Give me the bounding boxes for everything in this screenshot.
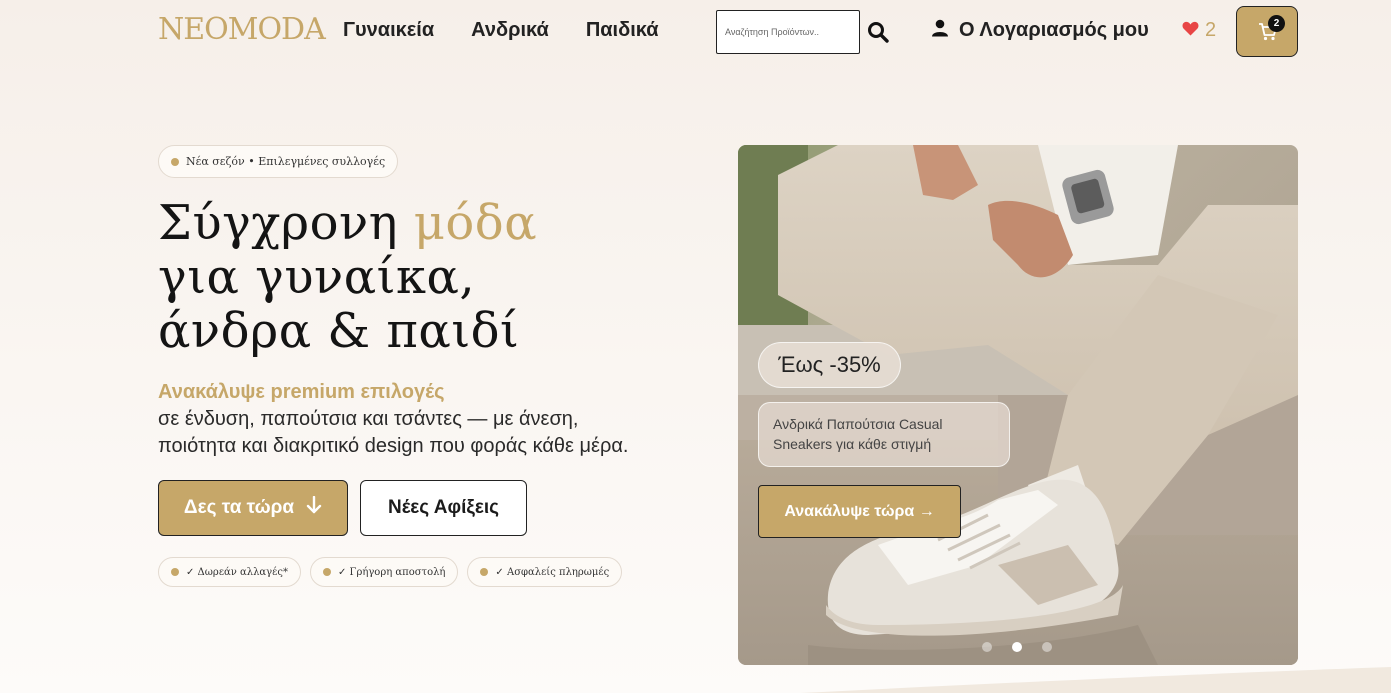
feature-dot [480,568,489,576]
tag-dot [171,157,179,166]
feature-list: ✓ Δωρεάν αλλαγές* ✓ Γρήγορη αποστολή ✓ Α… [158,557,623,587]
carousel-dot-1[interactable] [982,642,992,652]
hero-title: Σύγχρονη μόδα για γυναίκα, άνδρα & παιδί [158,196,718,358]
search-icon[interactable] [867,21,889,43]
wishlist-link[interactable]: 2 [1182,19,1216,42]
feature-label: ✓ Γρήγορη αποστολή [337,566,446,578]
feature-fast-shipping: ✓ Γρήγορη αποστολή [309,557,459,587]
account-label: Ο Λογαριασμός μου [959,19,1149,41]
main-nav: Γυναικεία Ανδρικά Παιδικά [343,19,659,42]
nav-women[interactable]: Γυναικεία [343,19,434,42]
new-arrivals-button[interactable]: Νέες Αφίξεις [360,480,527,536]
discount-badge: Έως -35% [758,342,901,388]
decorative-wave [800,667,1391,693]
shop-now-label: Δες τα τώρα [183,497,295,518]
hero-title-line3: άνδρα & παιδί [158,303,520,359]
discover-now-button[interactable]: Ανακάλυψε τώρα → [758,485,961,538]
heart-icon [1182,21,1199,41]
nav-kids[interactable]: Παιδικά [586,19,659,42]
hero-title-line2: για γυναίκα, [158,249,476,305]
feature-label: ✓ Ασφαλείς πληρωμές [495,566,610,578]
user-icon [931,19,949,42]
carousel-dot-2[interactable] [1012,642,1022,652]
search-input[interactable] [716,10,860,54]
season-tag: Νέα σεζόν • Επιλεγμένες συλλογές [158,145,399,178]
hero-subtitle-line2: ποιότητα και διακριτικό design που φοράς… [158,435,629,457]
hero-subtitle-line1: σε ένδυση, παπούτσια και τσάντες — με άν… [158,408,579,430]
hero-title-accent: μόδα [413,195,538,251]
cart-count-badge: 2 [1268,15,1285,32]
hero-subtitle-highlight: Ανακάλυψε premium επιλογές [158,381,445,403]
wishlist-count: 2 [1205,19,1217,41]
feature-dot [322,568,331,576]
arrow-down-icon [306,495,322,520]
feature-label: ✓ Δωρεάν αλλαγές* [186,566,288,578]
season-tag-text: Νέα σεζόν • Επιλεγμένες συλλογές [186,155,386,168]
feature-dot [171,568,179,576]
feature-secure-payments: ✓ Ασφαλείς πληρωμές [467,557,623,587]
hero-subtitle: Ανακάλυψε premium επιλογές σε ένδυση, πα… [158,379,718,460]
account-link[interactable]: Ο Λογαριασμός μου [931,19,1149,42]
carousel-dots [982,642,1052,652]
brand-logo[interactable]: NEOMODA [158,12,326,47]
feature-free-exchanges: ✓ Δωρεάν αλλαγές* [158,557,301,587]
cart-button[interactable]: 2 [1236,6,1298,57]
carousel-dot-3[interactable] [1042,642,1052,652]
nav-men[interactable]: Ανδρικά [471,19,549,42]
promo-description: Ανδρικά Παπούτσια Casual Sneakers για κά… [758,402,1010,467]
hero-title-part1: Σύγχρονη [158,195,414,251]
hero-carousel[interactable]: Έως -35% Ανδρικά Παπούτσια Casual Sneake… [738,145,1298,665]
site-header: NEOMODA Γυναικεία Ανδρικά Παιδικά Ο Λογα… [0,0,1391,64]
shop-now-button[interactable]: Δες τα τώρα [158,480,348,536]
